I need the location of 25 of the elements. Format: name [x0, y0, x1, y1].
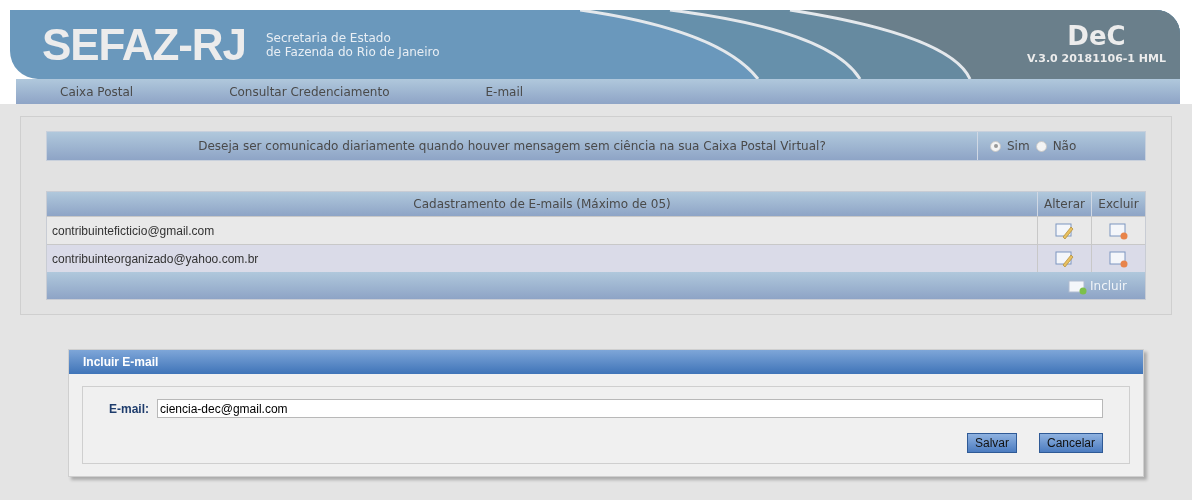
app-name: DeC: [1067, 21, 1126, 52]
version-text: V.3.0 20181106-1 HML: [1026, 51, 1166, 68]
email-field[interactable]: ciencia-dec@gmail.com: [157, 399, 1103, 418]
nav-link[interactable]: E-mail: [485, 82, 524, 101]
radio-button[interactable]: [990, 140, 1001, 152]
field-label: E-mail:: [109, 400, 149, 418]
question-text: Deseja ser comunicado diariamente quando houver mensagem sem ciência na sua Caixa Postal Virtual?: [197, 138, 827, 155]
column-header: Cadastramento de E-mails (Máximo de 05): [412, 196, 672, 213]
nav-link[interactable]: Consultar Credenciamento: [229, 82, 390, 101]
nav-link[interactable]: Caixa Postal: [60, 82, 134, 101]
radio-button[interactable]: [1035, 140, 1047, 152]
edit-icon[interactable]: [1054, 221, 1075, 240]
table-cell-text: contribuinteorganizado@yahoo.com.br: [51, 250, 260, 268]
logo-text: SEFAZ-RJ: [42, 18, 246, 71]
edit-icon[interactable]: [1054, 249, 1075, 268]
dialog-button[interactable]: Cancelar: [1038, 433, 1103, 453]
table-cell-text: contribuinteficticio@gmail.com: [51, 222, 216, 240]
subtitle: Secretaria de Estado: [265, 30, 392, 45]
delete-icon[interactable]: [1108, 249, 1129, 268]
dialog-button[interactable]: Salvar: [966, 433, 1017, 453]
delete-icon[interactable]: [1108, 221, 1129, 240]
subtitle: de Fazenda do Rio de Janeiro: [265, 44, 440, 59]
radio-option[interactable]: Sim: [990, 137, 1030, 155]
dialog-title: Incluir E-mail: [83, 354, 159, 371]
radio-option[interactable]: Não: [1035, 137, 1077, 155]
